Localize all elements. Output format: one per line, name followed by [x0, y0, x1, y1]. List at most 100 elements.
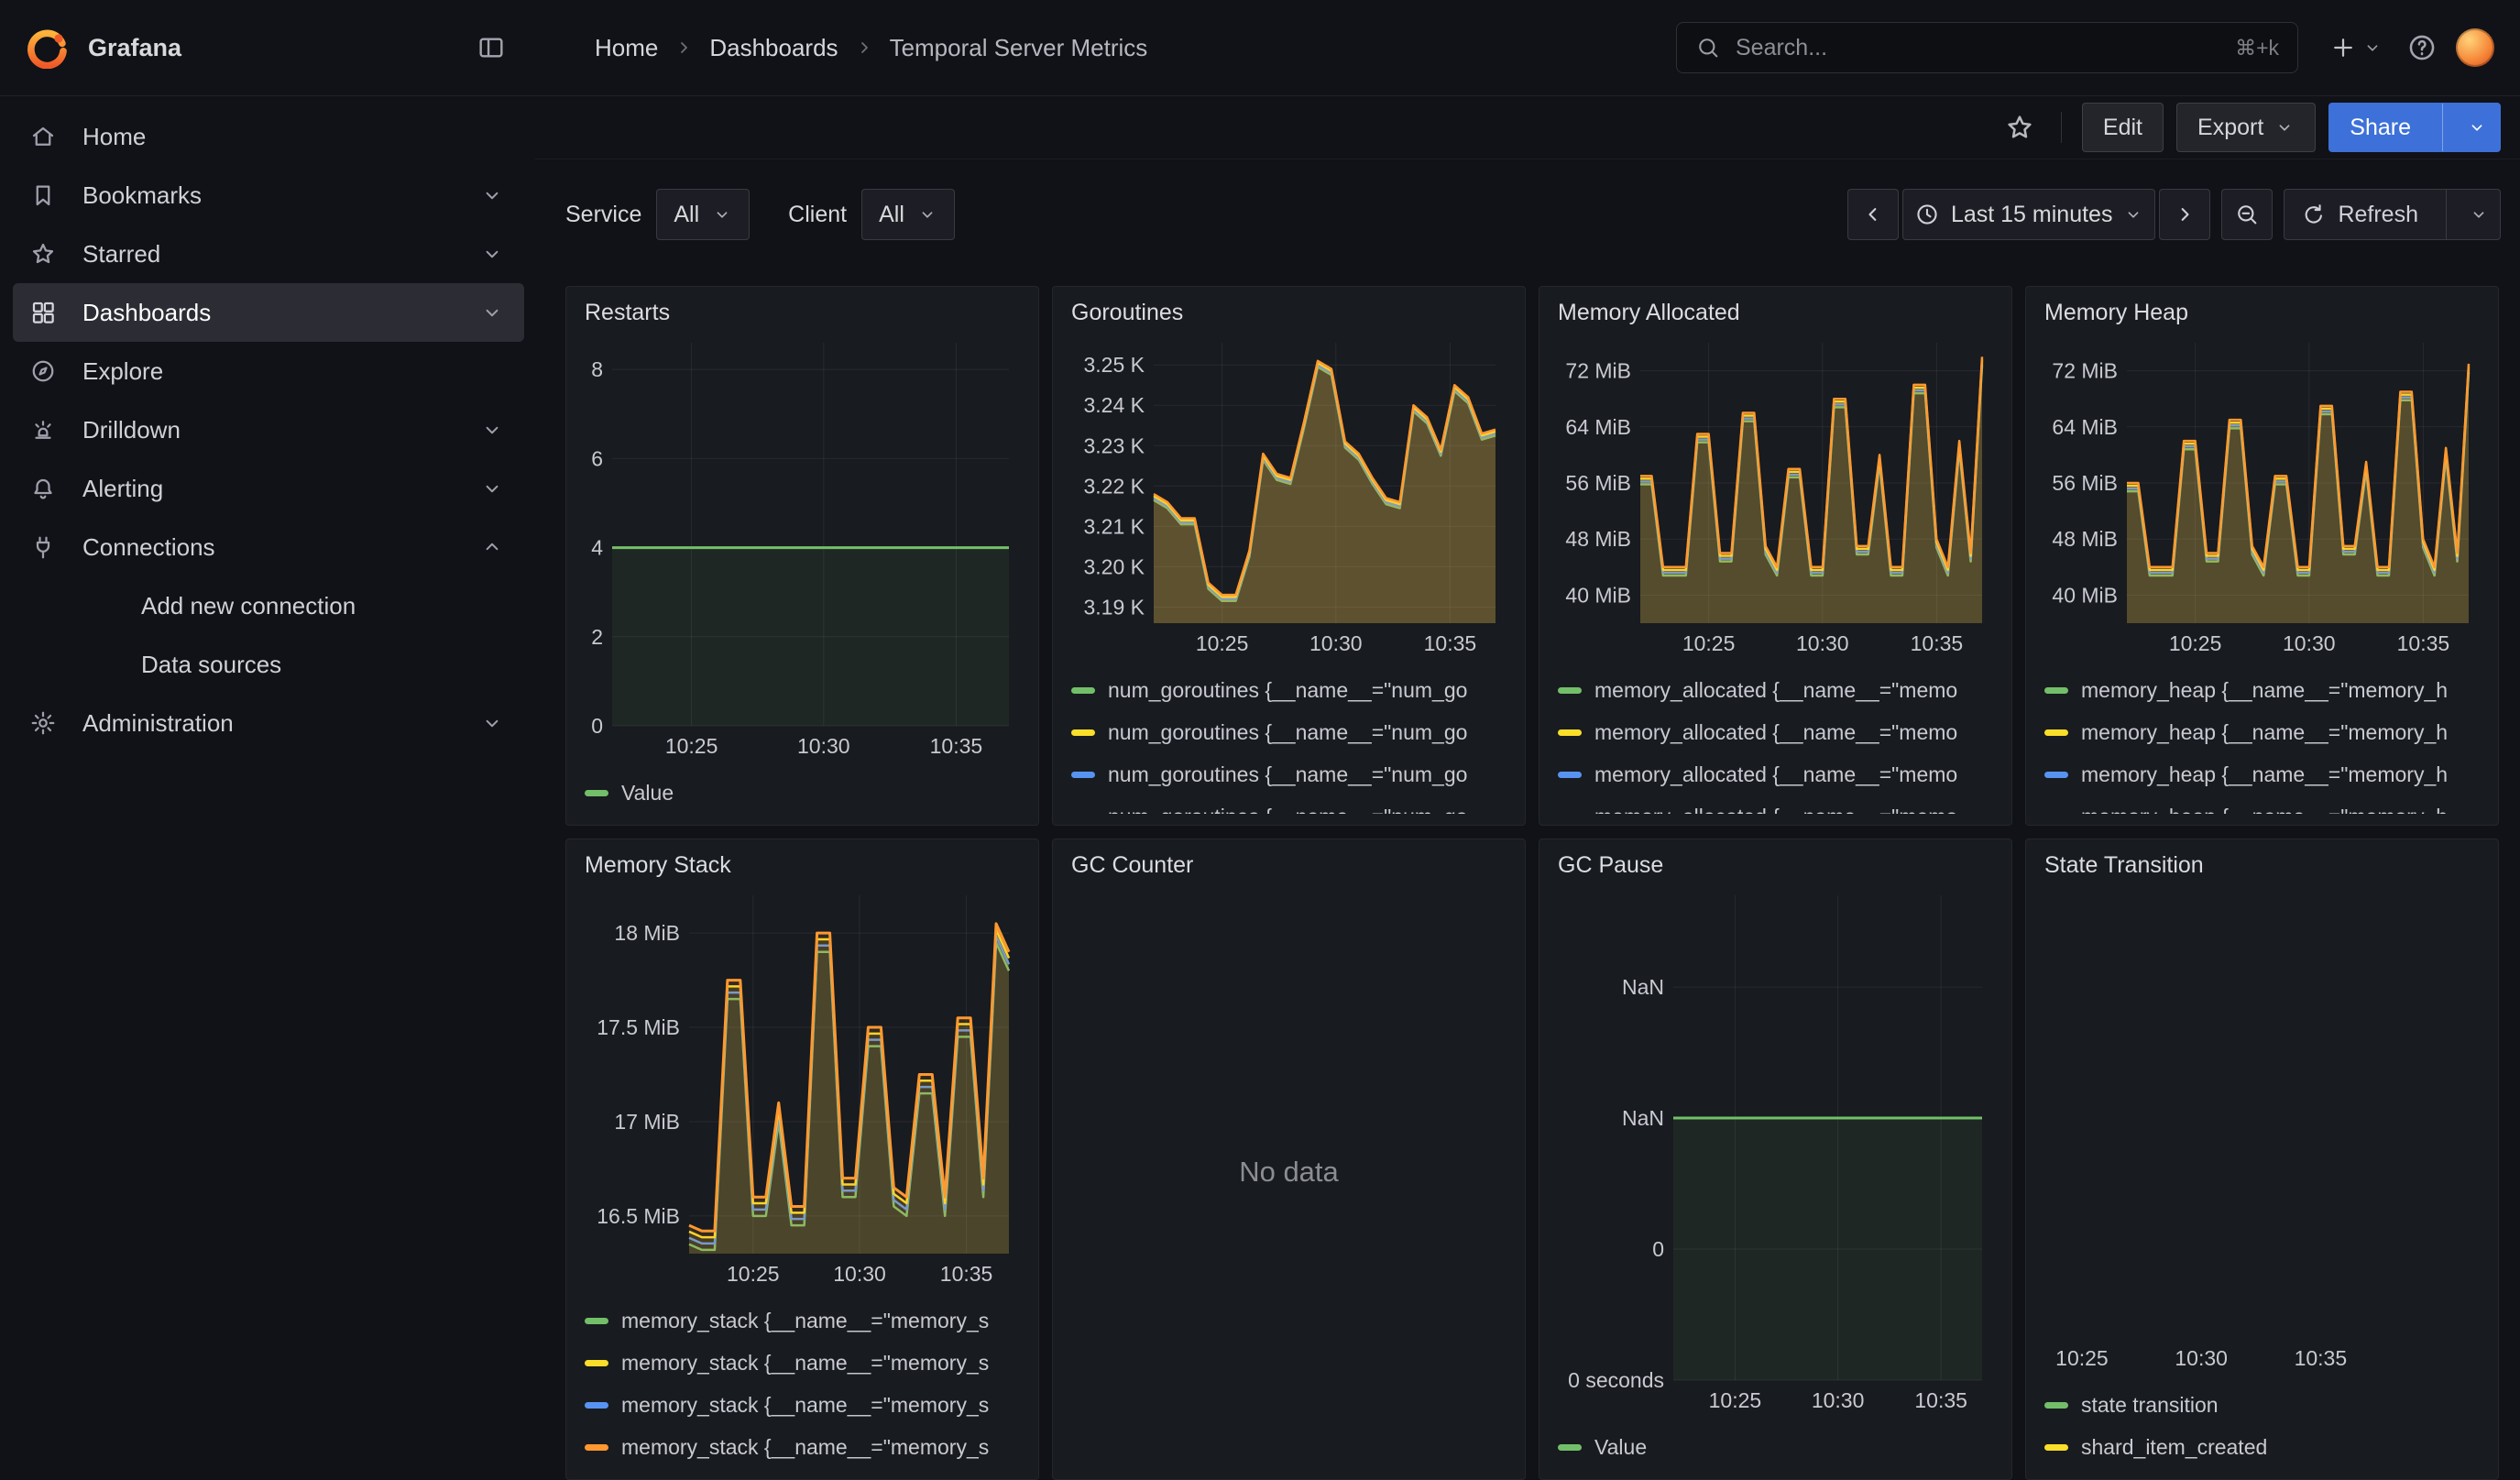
client-picker[interactable]: All [861, 189, 955, 240]
time-shift-forward-button[interactable] [2159, 189, 2210, 240]
panel-header[interactable]: GC Counter [1071, 852, 1507, 879]
svg-text:72 MiB: 72 MiB [2052, 359, 2118, 383]
chevron-up-icon[interactable] [480, 535, 504, 559]
sidebar-item-home[interactable]: Home [13, 107, 524, 166]
panel-header[interactable]: Memory Allocated [1558, 300, 1993, 326]
legend-item[interactable]: memory_heap {__name__="memory_h [2044, 711, 2480, 753]
chevron-down-icon[interactable] [480, 242, 504, 266]
refresh-button[interactable]: Refresh [2284, 189, 2501, 240]
legend-item[interactable]: memory_stack {__name__="memory_s [585, 1426, 1020, 1468]
panel-header[interactable]: GC Pause [1558, 852, 1993, 879]
chevron-down-icon[interactable] [480, 183, 504, 207]
legend-item[interactable]: memory_stack {__name__="memory_s [585, 1384, 1020, 1426]
legend-label: memory_stack {__name__="memory_s [621, 1393, 989, 1418]
chart[interactable]: 0246810:2510:3010:35 [585, 332, 1020, 762]
panel-memory-heap: Memory Heap 40 MiB48 MiB56 MiB64 MiB72 M… [2025, 286, 2499, 826]
sidebar-item-starred[interactable]: Starred [13, 225, 524, 283]
legend-label: memory_allocated {__name__="memo [1594, 762, 1957, 787]
chevron-down-icon[interactable] [480, 301, 504, 324]
chart[interactable]: 40 MiB48 MiB56 MiB64 MiB72 MiB10:2510:30… [2044, 332, 2480, 660]
svg-text:10:35: 10:35 [940, 1262, 993, 1286]
sidebar-item-connections[interactable]: Connections [13, 518, 524, 576]
legend-item[interactable]: Value [585, 772, 1020, 814]
sidebar-item-explore[interactable]: Explore [13, 342, 524, 400]
refresh-button-label: Refresh [2338, 202, 2418, 228]
chart[interactable]: 16.5 MiB17 MiB17.5 MiB18 MiB10:2510:3010… [585, 884, 1020, 1290]
svg-text:10:25: 10:25 [665, 734, 718, 758]
panel-header[interactable]: Restarts [585, 300, 1020, 326]
legend-item[interactable]: num_goroutines {__name__="num_go [1071, 795, 1507, 814]
svg-text:18 MiB: 18 MiB [614, 921, 680, 945]
favorite-button[interactable] [1999, 106, 2041, 148]
toolbar-divider [2061, 112, 2062, 143]
help-button[interactable] [2401, 27, 2443, 69]
avatar[interactable] [2456, 28, 2494, 67]
legend-swatch [585, 1402, 608, 1409]
legend-item[interactable]: memory_allocated {__name__="memo [1558, 753, 1993, 795]
edit-button[interactable]: Edit [2082, 103, 2164, 152]
client-picker-value: All [879, 202, 904, 228]
chevron-down-icon[interactable] [2458, 204, 2500, 225]
panel-header[interactable]: State Transition [2044, 852, 2480, 879]
legend-item[interactable]: memory_allocated {__name__="memo [1558, 669, 1993, 711]
sidebar-item-add-new-connection[interactable]: Add new connection [13, 576, 524, 635]
legend-item[interactable]: memory_stack {__name__="memory_s [585, 1299, 1020, 1342]
sidebar-item-bookmarks[interactable]: Bookmarks [13, 166, 524, 225]
share-button[interactable]: Share [2328, 103, 2501, 152]
panel-title: State Transition [2044, 852, 2204, 878]
chevron-down-icon[interactable] [480, 711, 504, 735]
new-button[interactable] [2324, 28, 2388, 67]
sidebar-item-administration[interactable]: Administration [13, 694, 524, 752]
legend-item[interactable]: memory_heap {__name__="memory_h [2044, 795, 2480, 814]
chevron-down-icon[interactable] [2454, 117, 2500, 137]
legend-item[interactable]: shard_item_created [2044, 1426, 2480, 1468]
legend-item[interactable]: state transition [2044, 1384, 2480, 1426]
chart[interactable]: 40 MiB48 MiB56 MiB64 MiB72 MiB10:2510:30… [1558, 332, 1993, 660]
panel-gc-counter: GC Counter No data [1052, 839, 1526, 1480]
time-shift-back-button[interactable] [1847, 189, 1899, 240]
refresh-button-main[interactable]: Refresh [2284, 202, 2435, 228]
chart[interactable]: No data [1071, 884, 1507, 1459]
service-picker[interactable]: All [656, 189, 750, 240]
legend-item[interactable]: memory_allocated {__name__="memo [1558, 795, 1993, 814]
legend-swatch [2044, 814, 2068, 815]
legend-item[interactable]: num_goroutines {__name__="num_go [1071, 669, 1507, 711]
chevron-down-icon[interactable] [480, 418, 504, 442]
sidebar-item-drilldown[interactable]: Drilldown [13, 400, 524, 459]
service-picker-value: All [674, 202, 699, 228]
legend-item[interactable]: memory_heap {__name__="memory_h [2044, 669, 2480, 711]
panel-header[interactable]: Memory Stack [585, 852, 1020, 879]
app-body: Home BookmarksStarred Dashboards ExploreDri… [0, 96, 2520, 1462]
sidebar-item-label: Dashboards [82, 299, 211, 327]
legend-item[interactable]: memory_stack {__name__="memory_s [585, 1342, 1020, 1384]
sidebar-item-data-sources[interactable]: Data sources [13, 635, 524, 694]
chart[interactable]: 3.19 K3.20 K3.21 K3.22 K3.23 K3.24 K3.25… [1071, 332, 1507, 660]
service-filter-label: Service [565, 202, 641, 228]
grafana-logo[interactable] [26, 27, 68, 69]
sidebar-item-alerting[interactable]: Alerting [13, 459, 524, 518]
svg-text:3.20 K: 3.20 K [1084, 554, 1145, 578]
time-range-picker[interactable]: Last 15 minutes [1902, 189, 2156, 240]
panel-header[interactable]: Memory Heap [2044, 300, 2480, 326]
chart[interactable]: 0 seconds0NaNNaN10:2510:3010:35 [1558, 884, 1993, 1417]
export-button[interactable]: Export [2176, 103, 2316, 152]
svg-text:8: 8 [591, 357, 603, 381]
sidebar-item-label: Home [82, 123, 146, 151]
legend-item[interactable]: memory_heap {__name__="memory_h [2044, 753, 2480, 795]
zoom-out-button[interactable] [2221, 189, 2273, 240]
legend-item[interactable]: num_goroutines {__name__="num_go [1071, 753, 1507, 795]
legend-item[interactable]: num_goroutines {__name__="num_go [1071, 711, 1507, 753]
panel-title: Restarts [585, 300, 670, 325]
panel-left-icon[interactable] [471, 27, 511, 68]
legend-item[interactable]: memory_allocated {__name__="memo [1558, 711, 1993, 753]
chevron-down-icon[interactable] [480, 477, 504, 500]
sidebar-item-dashboards[interactable]: Dashboards [13, 283, 524, 342]
panel-left-icon-glyph [477, 33, 506, 62]
search-input[interactable]: Search... ⌘+k [1676, 22, 2298, 73]
breadcrumb-item-home[interactable]: Home [595, 34, 658, 62]
legend-label: memory_heap {__name__="memory_h [2081, 762, 2448, 787]
panel-header[interactable]: Goroutines [1071, 300, 1507, 326]
legend-item[interactable]: Value [1558, 1426, 1993, 1468]
breadcrumb-item-dashboards[interactable]: Dashboards [709, 34, 838, 62]
chart[interactable]: 10:2510:3010:35 [2044, 884, 2480, 1375]
